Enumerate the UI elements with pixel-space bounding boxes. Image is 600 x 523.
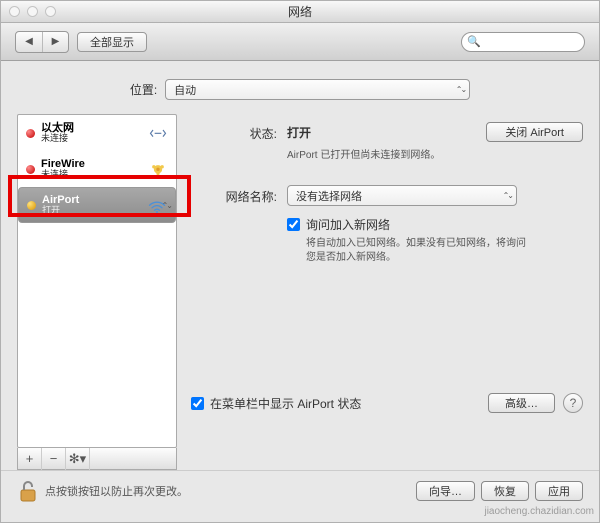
interface-list: 以太网 未连接 FireWire 未连接 [17,114,177,448]
network-name-label: 网络名称: [191,185,287,205]
location-label: 位置: [130,81,157,98]
advanced-button[interactable]: 高级… [488,393,555,413]
wifi-icon [147,196,167,214]
titlebar: 网络 [1,1,599,23]
content-panel: 状态: 打开 关闭 AirPort AirPort 已打开但尚未连接到网络。 网… [191,114,583,470]
help-button[interactable]: ? [563,393,583,413]
action-button[interactable]: ✻▾ [66,448,90,470]
ask-join-label: 询问加入新网络 [306,216,526,233]
apply-button[interactable]: 应用 [535,481,583,501]
menubar-label: 在菜单栏中显示 AirPort 状态 [210,395,361,412]
zoom-icon[interactable] [45,6,56,17]
status-dot-icon [27,201,36,210]
firewire-icon [148,160,168,178]
show-all-button[interactable]: 全部显示 [77,32,147,52]
lock-icon[interactable] [17,479,39,503]
network-name-select[interactable]: 没有选择网络 [287,185,517,206]
ask-join-checkbox[interactable] [287,218,300,231]
toolbar: ◀ ▶ 全部显示 🔍 [1,23,599,61]
status-dot-icon [26,165,35,174]
traffic-lights [1,6,56,17]
sidebar-item-firewire[interactable]: FireWire 未连接 [18,151,176,187]
location-row: 位置: 自动 [1,61,599,114]
status-value: 打开 [287,124,311,141]
add-button[interactable]: + [18,448,42,470]
close-airport-button[interactable]: 关闭 AirPort [486,122,583,142]
revert-button[interactable]: 恢复 [481,481,529,501]
sidebar-item-airport[interactable]: AirPort 打开 [18,187,176,223]
status-dot-icon [26,129,35,138]
sidebar: 以太网 未连接 FireWire 未连接 [17,114,177,470]
status-description: AirPort 已打开但尚未连接到网络。 [287,146,583,161]
ethernet-icon [148,124,168,142]
window-title: 网络 [288,3,312,20]
forward-button[interactable]: ▶ [42,32,68,52]
ask-join-desc: 将自动加入已知网络。如果没有已知网络，将询问您是否加入新网络。 [306,237,526,265]
minimize-icon[interactable] [27,6,38,17]
lock-text: 点按锁按钮以防止再次更改。 [45,483,188,499]
remove-button[interactable]: − [42,448,66,470]
footer: 点按锁按钮以防止再次更改。 向导… 恢复 应用 [1,470,599,507]
assist-button[interactable]: 向导… [416,481,475,501]
close-icon[interactable] [9,6,20,17]
menubar-checkbox[interactable] [191,397,204,410]
list-toolbar: + − ✻▾ [17,448,177,470]
status-label: 状态: [191,122,287,142]
search-icon: 🔍 [467,35,481,48]
back-button[interactable]: ◀ [16,32,42,52]
location-select[interactable]: 自动 [165,79,470,100]
sidebar-item-ethernet[interactable]: 以太网 未连接 [18,115,176,151]
nav-buttons: ◀ ▶ [15,31,69,53]
